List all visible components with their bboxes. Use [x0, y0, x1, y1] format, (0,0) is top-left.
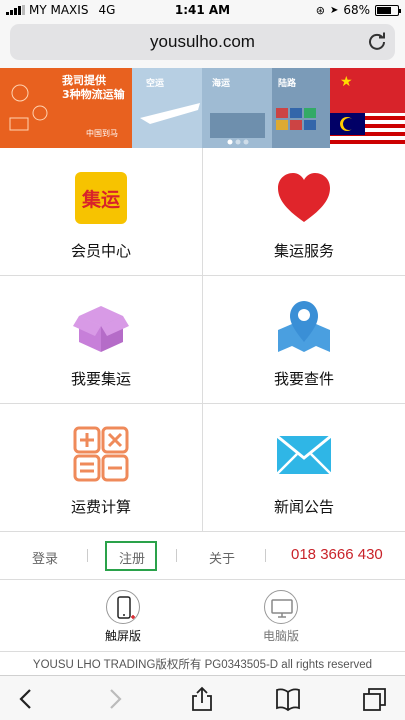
envelope-icon — [276, 434, 332, 475]
promo-banner[interactable]: ★ 我司提供 3种物流运输 中国到马 空运 海运 陆路 — [0, 68, 405, 148]
url-text[interactable]: yousulho.com — [10, 32, 395, 52]
banner-tag-sea: 海运 — [212, 79, 231, 89]
grid-item-track-parcel[interactable]: 我要查件 — [202, 276, 405, 404]
banner-tag-land: 陆路 — [278, 79, 297, 89]
back-icon[interactable] — [14, 686, 40, 712]
login-link[interactable]: 登录 — [32, 548, 58, 567]
grid-label: 集运服务 — [273, 242, 334, 260]
footer-links: 登录 注册 关于 018 3666 430 — [0, 532, 405, 580]
touch-version-label: 触屏版 — [104, 629, 141, 643]
copyright-text: YOUSU LHO TRADING版权所有 PG0343505-D all ri… — [0, 651, 405, 675]
menu-grid: 集运 会员中心 集运服务 我要集运 我要查件 运费计算 新闻公告 — [0, 148, 405, 532]
grid-label: 会员中心 — [70, 242, 131, 260]
divider — [87, 549, 88, 562]
grid-item-shipping-service[interactable]: 集运服务 — [202, 148, 405, 276]
grid-item-news[interactable]: 新闻公告 — [202, 404, 405, 532]
location-pin-icon — [278, 301, 330, 352]
banner-subtitle: 中国到马 — [86, 129, 118, 138]
status-bar: MY MAXIS 4G 1:41 AM ⊛ ➤ 68% — [0, 0, 405, 20]
bookmarks-icon[interactable] — [275, 686, 301, 712]
rotation-lock-icon: ⊛ — [315, 3, 325, 17]
grid-item-ship-request[interactable]: 我要集运 — [0, 276, 202, 404]
share-icon[interactable] — [189, 686, 215, 712]
forward-icon[interactable] — [101, 686, 127, 712]
address-bar[interactable]: yousulho.com — [10, 24, 395, 60]
shipping-logo-text: 集运 — [81, 188, 120, 211]
shipping-logo-icon: 集运 — [75, 172, 127, 224]
heart-icon — [278, 173, 330, 222]
grid-label: 我要集运 — [70, 370, 131, 388]
svg-text:★: ★ — [340, 74, 353, 90]
banner-artwork: ★ — [0, 68, 405, 148]
touch-version-button[interactable]: 触屏版 — [93, 590, 153, 644]
battery-percent: 68% — [343, 3, 370, 17]
banner-slogan: 我司提供 3种物流运输 — [62, 74, 125, 102]
reload-icon[interactable] — [367, 31, 387, 51]
grid-label: 我要查件 — [273, 370, 334, 388]
grid-item-member-center[interactable]: 集运 会员中心 — [0, 148, 202, 276]
location-arrow-icon: ➤ — [329, 4, 339, 16]
box-icon — [73, 306, 129, 352]
register-link[interactable]: 注册 — [119, 548, 145, 567]
browser-toolbar — [0, 675, 405, 720]
phone-number[interactable]: 018 3666 430 — [291, 546, 383, 563]
banner-slogan-line2: 3种物流运输 — [62, 88, 125, 101]
browser-chrome: yousulho.com — [0, 20, 405, 68]
monitor-icon — [264, 590, 298, 624]
divider — [265, 549, 266, 562]
pc-version-label: 电脑版 — [262, 629, 299, 643]
banner-slogan-line1: 我司提供 — [62, 74, 106, 87]
grid-label: 运费计算 — [70, 498, 131, 516]
grid-label: 新闻公告 — [273, 498, 334, 516]
mobile-phone-icon — [106, 590, 140, 624]
divider — [176, 549, 177, 562]
battery-icon — [375, 4, 401, 16]
pc-version-button[interactable]: 电脑版 — [251, 590, 311, 644]
grid-item-fee-calculator[interactable]: 运费计算 — [0, 404, 202, 532]
tabs-icon[interactable] — [362, 686, 388, 712]
about-link[interactable]: 关于 — [209, 548, 235, 567]
banner-tag-air: 空运 — [146, 79, 165, 89]
calculator-icon — [73, 426, 129, 482]
